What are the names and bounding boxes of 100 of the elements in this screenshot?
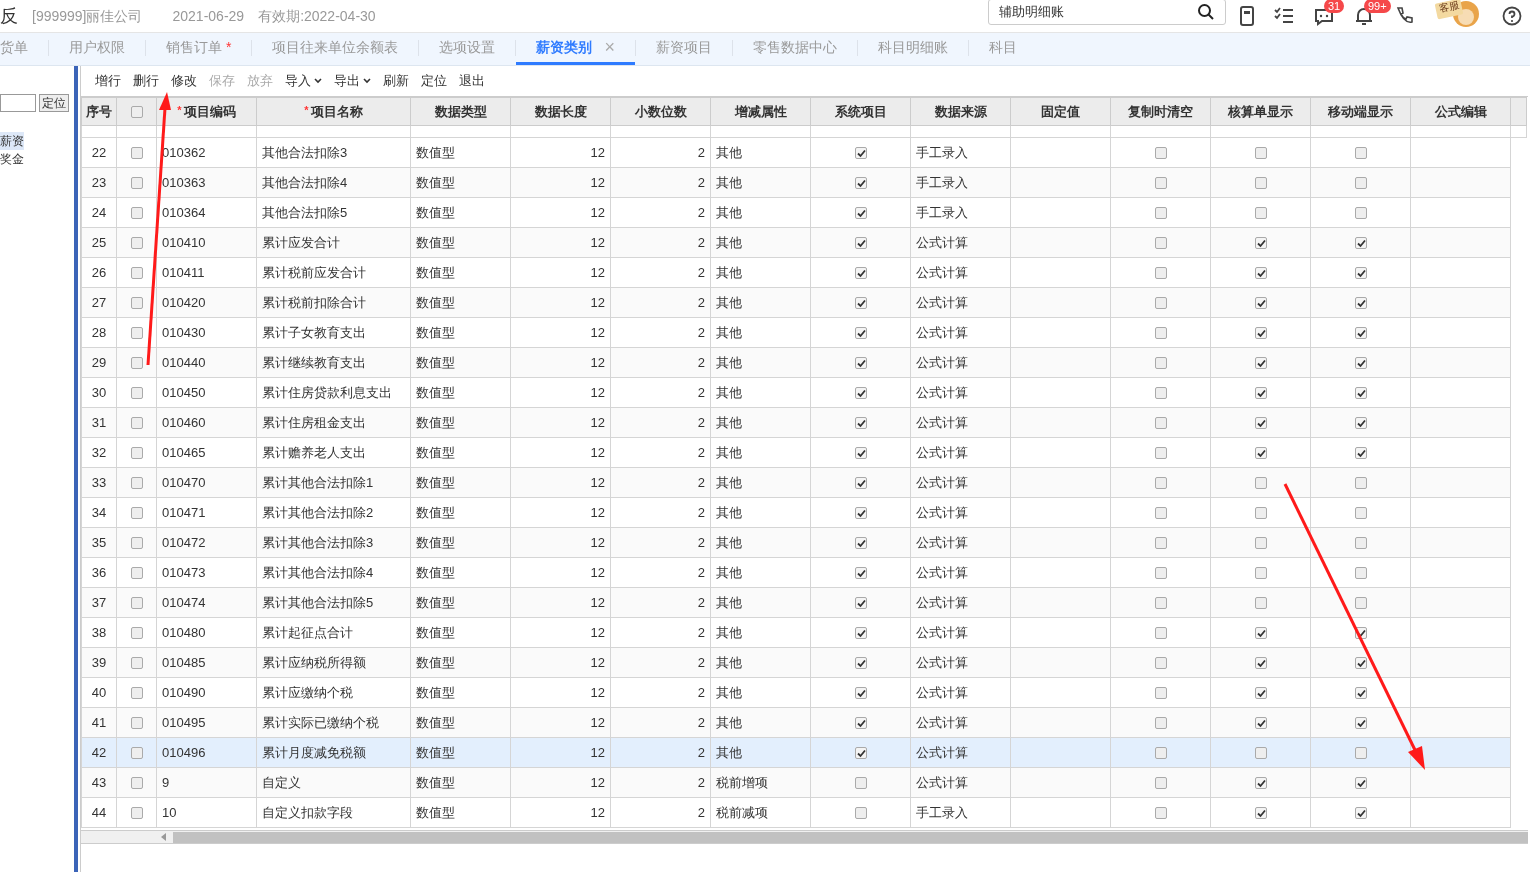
checkbox[interactable] — [854, 267, 867, 280]
checkbox[interactable] — [1354, 267, 1367, 280]
checkbox[interactable] — [130, 147, 143, 160]
checkbox[interactable] — [130, 297, 143, 310]
checkbox[interactable] — [1254, 327, 1267, 340]
checkbox[interactable] — [1354, 327, 1367, 340]
checkbox[interactable] — [854, 477, 867, 490]
checkbox[interactable] — [1254, 807, 1267, 820]
checkbox[interactable] — [1354, 687, 1367, 700]
checkbox[interactable] — [1154, 597, 1167, 610]
checkbox[interactable] — [130, 477, 143, 490]
checkbox[interactable] — [1354, 447, 1367, 460]
checkbox[interactable] — [1254, 567, 1267, 580]
checkbox[interactable] — [1354, 777, 1367, 790]
checkbox[interactable] — [854, 357, 867, 370]
checkbox[interactable] — [130, 507, 143, 520]
checkbox[interactable] — [130, 207, 143, 220]
checkbox[interactable] — [854, 327, 867, 340]
checkbox[interactable] — [130, 387, 143, 400]
checkbox[interactable] — [1254, 717, 1267, 730]
checkbox[interactable] — [854, 237, 867, 250]
toolbar-button[interactable]: 导入 — [285, 71, 322, 91]
help-icon[interactable] — [1502, 6, 1522, 26]
checkbox[interactable] — [1154, 777, 1167, 790]
checkbox[interactable] — [1154, 537, 1167, 550]
checkbox[interactable] — [1254, 357, 1267, 370]
checkbox[interactable] — [130, 177, 143, 190]
checkbox[interactable] — [1254, 267, 1267, 280]
checkbox[interactable] — [1154, 477, 1167, 490]
checkbox[interactable] — [1354, 237, 1367, 250]
checkbox[interactable] — [130, 417, 143, 430]
checkbox[interactable] — [854, 777, 867, 790]
checkbox[interactable] — [1254, 417, 1267, 430]
checkbox[interactable] — [854, 297, 867, 310]
checkbox[interactable] — [854, 687, 867, 700]
checkbox[interactable] — [130, 327, 143, 340]
checkbox[interactable] — [130, 807, 143, 820]
checkbox[interactable] — [1254, 147, 1267, 160]
checkbox[interactable] — [1154, 417, 1167, 430]
checkbox[interactable] — [1154, 177, 1167, 190]
checkbox[interactable] — [1354, 147, 1367, 160]
checkbox[interactable] — [1154, 717, 1167, 730]
checkbox[interactable] — [854, 537, 867, 550]
phone-device-icon[interactable] — [1240, 6, 1254, 26]
checkbox[interactable] — [1154, 657, 1167, 670]
checkbox[interactable] — [130, 537, 143, 550]
checkbox[interactable] — [130, 267, 143, 280]
horizontal-scrollbar[interactable] — [81, 830, 1528, 844]
checkbox[interactable] — [1154, 267, 1167, 280]
checkbox[interactable] — [854, 177, 867, 190]
checkbox[interactable] — [130, 717, 143, 730]
checkbox[interactable] — [1254, 297, 1267, 310]
checkbox[interactable] — [1354, 717, 1367, 730]
checkbox[interactable] — [130, 747, 143, 760]
checkbox[interactable] — [854, 657, 867, 670]
checkbox[interactable] — [1154, 447, 1167, 460]
checkbox[interactable] — [854, 417, 867, 430]
checkbox[interactable] — [1354, 747, 1367, 760]
checkbox[interactable] — [1354, 657, 1367, 670]
checkbox[interactable] — [1354, 477, 1367, 490]
tab[interactable]: 薪资类别 × — [516, 32, 635, 65]
checkbox[interactable] — [1154, 357, 1167, 370]
checkbox[interactable] — [130, 687, 143, 700]
checkbox[interactable] — [1154, 387, 1167, 400]
checkbox[interactable] — [130, 567, 143, 580]
checkbox[interactable] — [1254, 657, 1267, 670]
checkbox[interactable] — [1254, 687, 1267, 700]
checkbox[interactable] — [1254, 237, 1267, 250]
checkbox[interactable] — [1254, 387, 1267, 400]
checkbox[interactable] — [1254, 177, 1267, 190]
locate-field[interactable] — [0, 94, 36, 112]
tree-item[interactable]: 奖金 — [0, 150, 24, 168]
checkbox[interactable] — [1354, 507, 1367, 520]
toolbar-button[interactable]: 导出 — [334, 71, 371, 91]
checkbox[interactable] — [130, 597, 143, 610]
checkbox[interactable] — [854, 627, 867, 640]
scrollbar-thumb[interactable] — [173, 831, 1528, 843]
checkbox[interactable] — [1254, 597, 1267, 610]
checkbox[interactable] — [1254, 207, 1267, 220]
checkbox[interactable] — [1154, 297, 1167, 310]
checkbox[interactable] — [1154, 147, 1167, 160]
checkbox[interactable] — [854, 747, 867, 760]
checkbox[interactable] — [1354, 807, 1367, 820]
checkbox[interactable] — [1254, 747, 1267, 760]
checkbox[interactable] — [1254, 537, 1267, 550]
checkbox[interactable] — [1354, 207, 1367, 220]
checkbox[interactable] — [854, 807, 867, 820]
checkbox[interactable] — [854, 147, 867, 160]
checkbox[interactable] — [854, 387, 867, 400]
checkbox[interactable] — [1154, 327, 1167, 340]
toolbar-button[interactable]: 退出 — [459, 71, 485, 91]
checkbox[interactable] — [1354, 567, 1367, 580]
checkbox[interactable] — [1154, 237, 1167, 250]
locate-button[interactable]: 定位 — [39, 94, 69, 112]
checkbox[interactable] — [1354, 387, 1367, 400]
checkbox[interactable] — [854, 447, 867, 460]
checkbox[interactable] — [130, 627, 143, 640]
checkbox[interactable] — [1254, 477, 1267, 490]
mascot-icon[interactable] — [1434, 0, 1482, 29]
toolbar-button[interactable]: 定位 — [421, 71, 447, 91]
